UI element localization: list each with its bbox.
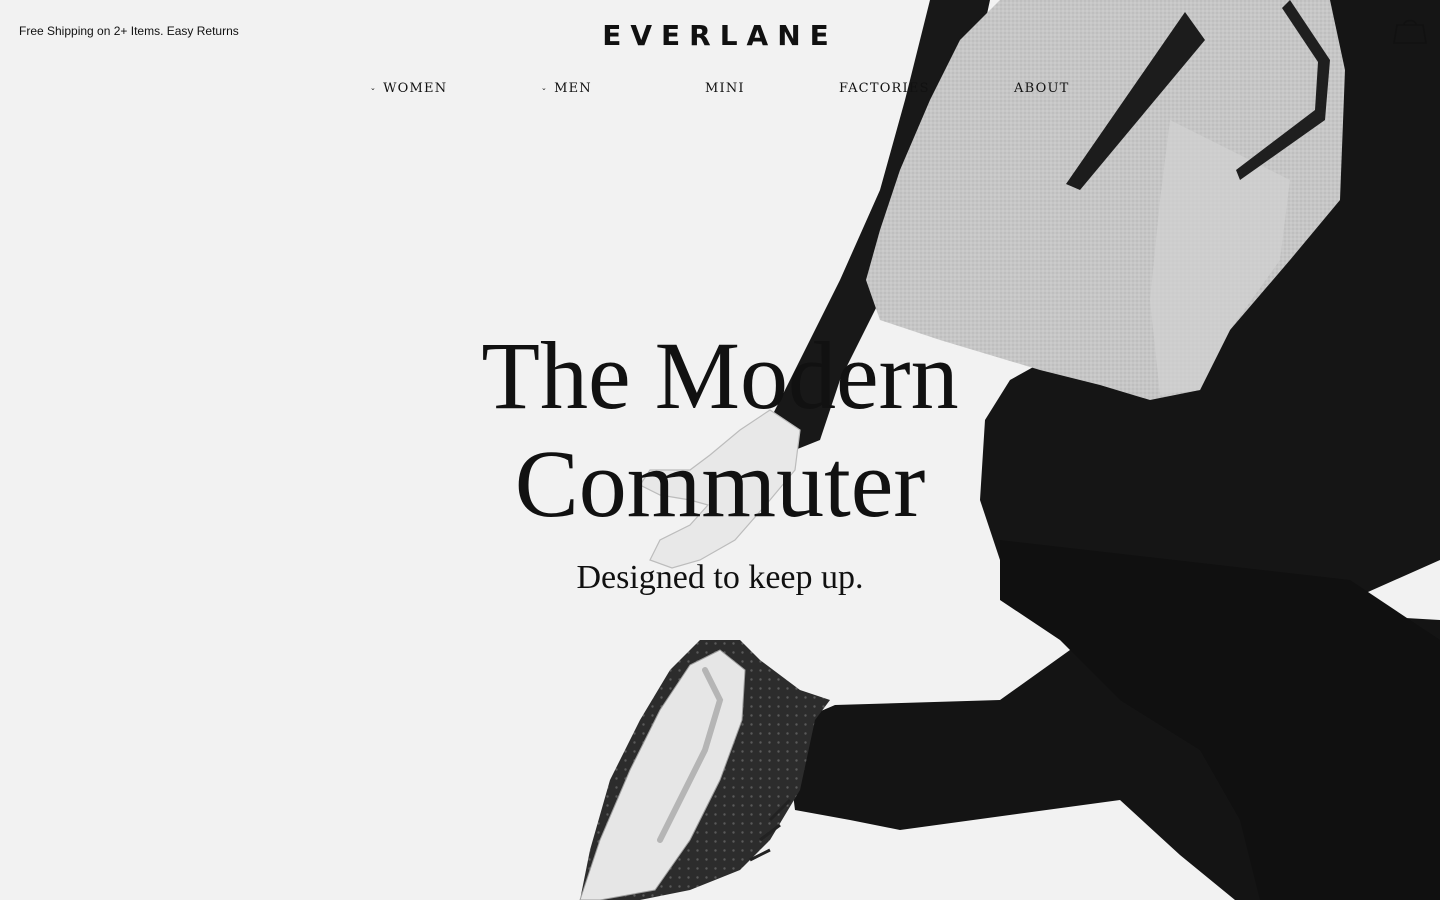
homepage: Free Shipping on 2+ Items. Easy Returns … bbox=[0, 0, 1440, 900]
chevron-down-icon: ⌄ bbox=[370, 84, 378, 92]
nav-item-label: MEN bbox=[554, 81, 592, 96]
nav-item-men[interactable]: ⌄ MEN bbox=[541, 81, 592, 96]
nav-item-women[interactable]: ⌄ WOMEN bbox=[370, 81, 447, 96]
nav-item-about[interactable]: ABOUT bbox=[1014, 81, 1069, 96]
main-nav: ⌄ WOMEN ⌄ MEN MINI FACTORIES ABOUT bbox=[0, 81, 1440, 101]
nav-item-factories[interactable]: FACTORIES bbox=[839, 81, 930, 96]
nav-item-label: MINI bbox=[705, 81, 745, 96]
nav-item-label: WOMEN bbox=[383, 81, 448, 96]
hero-subheadline: Designed to keep up. bbox=[576, 559, 864, 596]
chevron-down-icon: ⌄ bbox=[541, 84, 549, 92]
hero-headline: The Modern Commuter bbox=[370, 322, 1070, 538]
shopping-bag-icon[interactable] bbox=[1392, 17, 1430, 47]
everlane-logo[interactable]: EVERLANE bbox=[584, 17, 856, 55]
nav-item-mini[interactable]: MINI bbox=[705, 81, 745, 96]
nav-item-label: ABOUT bbox=[1014, 81, 1070, 96]
hero-headline-line-1: The Modern bbox=[481, 322, 959, 429]
promo-banner-text: Free Shipping on 2+ Items. Easy Returns bbox=[19, 24, 239, 38]
hero-headline-line-2: Commuter bbox=[514, 430, 926, 537]
nav-item-label: FACTORIES bbox=[839, 81, 930, 96]
